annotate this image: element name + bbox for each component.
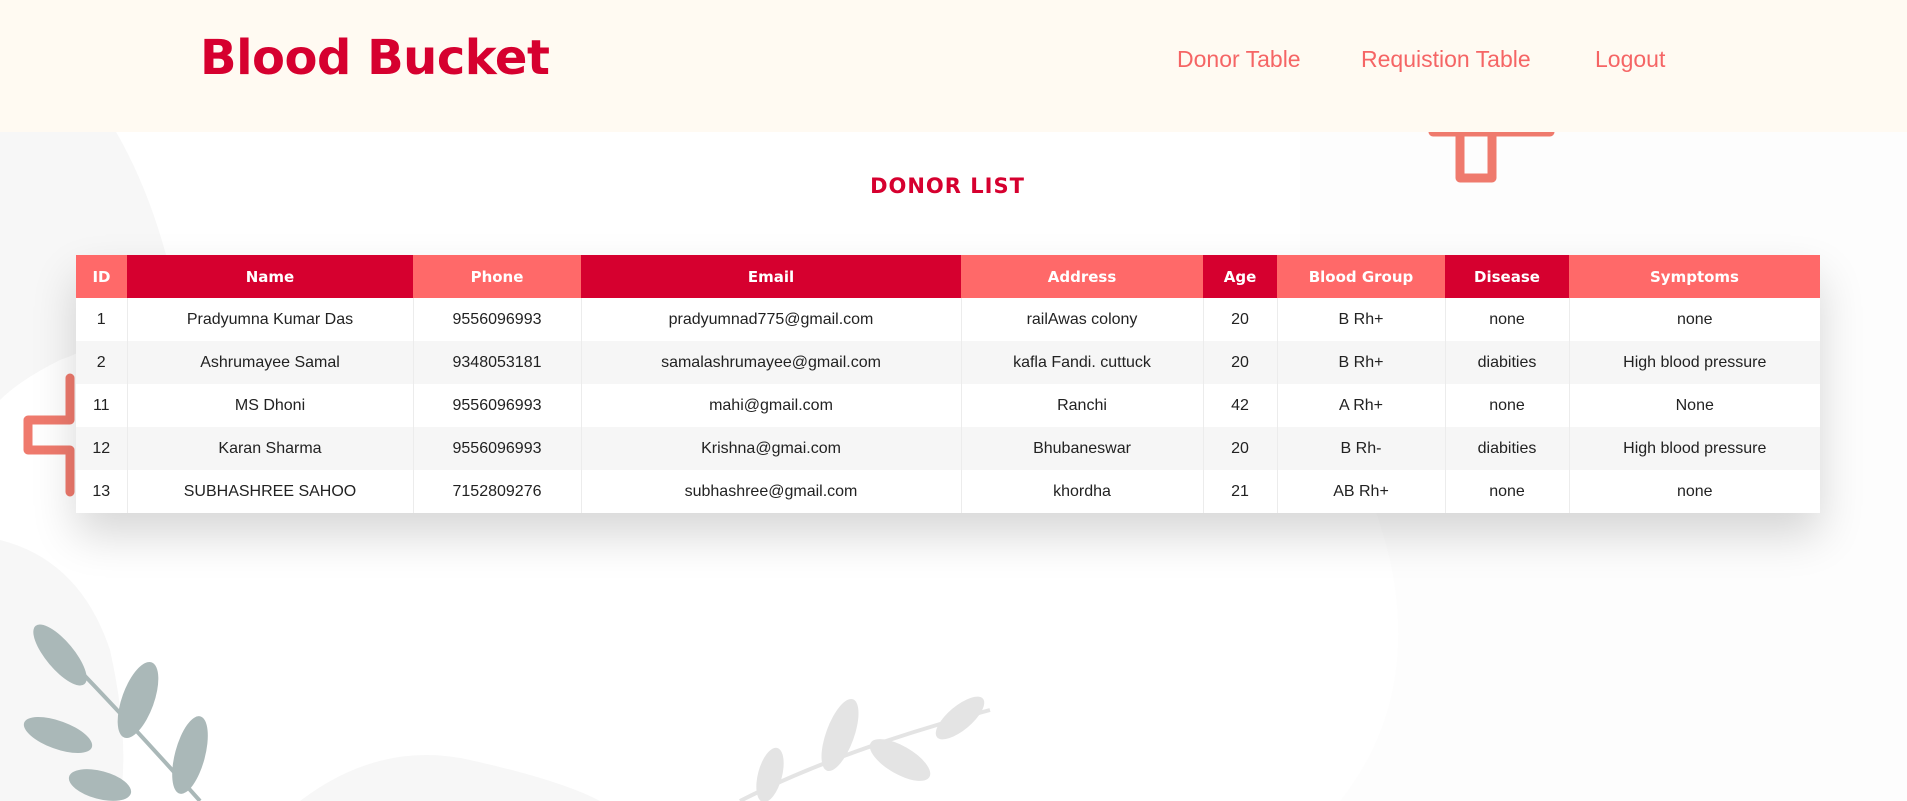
table-row: 13 SUBHASHREE SAHOO 7152809276 subhashre… <box>76 470 1820 513</box>
cell-age: 20 <box>1203 341 1278 384</box>
cell-symptoms: none <box>1569 298 1820 341</box>
red-cross-left <box>23 373 75 497</box>
cell-age: 20 <box>1203 298 1278 341</box>
cell-email: samalashrumayee@gmail.com <box>581 341 962 384</box>
column-header-address: Address <box>961 255 1203 298</box>
cell-symptoms: none <box>1569 470 1820 513</box>
cell-address: Ranchi <box>961 384 1204 427</box>
nav-link-logout[interactable]: Logout <box>1595 42 1665 76</box>
column-header-blood-group: Blood Group <box>1277 255 1445 298</box>
cell-email: pradyumnad775@gmail.com <box>581 298 962 341</box>
cell-blood-group: AB Rh+ <box>1277 470 1446 513</box>
cell-blood-group: B Rh+ <box>1277 341 1446 384</box>
page-title: DONOR LIST <box>870 174 1025 198</box>
leaf-branch-center <box>739 696 991 801</box>
cell-email: mahi@gmail.com <box>581 384 962 427</box>
cell-id: 12 <box>76 427 128 470</box>
cell-name: MS Dhoni <box>127 384 414 427</box>
cell-age: 21 <box>1203 470 1278 513</box>
cell-symptoms: High blood pressure <box>1569 427 1820 470</box>
cell-email: Krishna@gmai.com <box>581 427 962 470</box>
column-header-age: Age <box>1203 255 1277 298</box>
background-blob-bottom <box>300 755 600 801</box>
column-header-symptoms: Symptoms <box>1569 255 1820 298</box>
cell-name: Ashrumayee Samal <box>127 341 414 384</box>
cell-age: 20 <box>1203 427 1278 470</box>
table-row: 12 Karan Sharma 9556096993 Krishna@gmai.… <box>76 427 1820 470</box>
cell-id: 1 <box>76 298 128 341</box>
cell-name: Karan Sharma <box>127 427 414 470</box>
table-header-row: ID Name Phone Email Address Age Blood Gr… <box>76 255 1820 298</box>
cell-blood-group: A Rh+ <box>1277 384 1446 427</box>
donor-table-container: ID Name Phone Email Address Age Blood Gr… <box>76 255 1820 513</box>
site-header: Blood Bucket Donor Table Requistion Tabl… <box>0 0 1907 132</box>
cell-address: Bhubaneswar <box>961 427 1204 470</box>
donor-table: ID Name Phone Email Address Age Blood Gr… <box>76 255 1820 513</box>
table-row: 1 Pradyumna Kumar Das 9556096993 pradyum… <box>76 298 1820 341</box>
column-header-email: Email <box>581 255 961 298</box>
cell-phone: 9556096993 <box>413 384 582 427</box>
column-header-id: ID <box>76 255 127 298</box>
brand-logo[interactable]: Blood Bucket <box>200 22 550 94</box>
column-header-phone: Phone <box>413 255 581 298</box>
cell-disease: none <box>1445 470 1570 513</box>
cell-id: 2 <box>76 341 128 384</box>
cell-blood-group: B Rh- <box>1277 427 1446 470</box>
cell-phone: 9348053181 <box>413 341 582 384</box>
cell-symptoms: High blood pressure <box>1569 341 1820 384</box>
table-row: 2 Ashrumayee Samal 9348053181 samalashru… <box>76 341 1820 384</box>
cell-age: 42 <box>1203 384 1278 427</box>
table-row: 11 MS Dhoni 9556096993 mahi@gmail.com Ra… <box>76 384 1820 427</box>
cell-blood-group: B Rh+ <box>1277 298 1446 341</box>
column-header-name: Name <box>127 255 413 298</box>
cell-id: 11 <box>76 384 128 427</box>
cell-disease: none <box>1445 384 1570 427</box>
cell-id: 13 <box>76 470 128 513</box>
cell-symptoms: None <box>1569 384 1820 427</box>
cell-email: subhashree@gmail.com <box>581 470 962 513</box>
cell-name: Pradyumna Kumar Das <box>127 298 414 341</box>
cell-disease: none <box>1445 298 1570 341</box>
cell-disease: diabities <box>1445 341 1570 384</box>
cell-name: SUBHASHREE SAHOO <box>127 470 414 513</box>
cell-phone: 7152809276 <box>413 470 582 513</box>
cell-address: kafla Fandi. cuttuck <box>961 341 1204 384</box>
cell-address: railAwas colony <box>961 298 1204 341</box>
cell-phone: 9556096993 <box>413 427 582 470</box>
page: Blood Bucket Donor Table Requistion Tabl… <box>0 0 1907 801</box>
cell-address: khordha <box>961 470 1204 513</box>
cell-disease: diabities <box>1445 427 1570 470</box>
nav-link-requisition-table[interactable]: Requistion Table <box>1361 42 1531 76</box>
column-header-disease: Disease <box>1445 255 1569 298</box>
cell-phone: 9556096993 <box>413 298 582 341</box>
nav-link-donor-table[interactable]: Donor Table <box>1177 42 1301 76</box>
